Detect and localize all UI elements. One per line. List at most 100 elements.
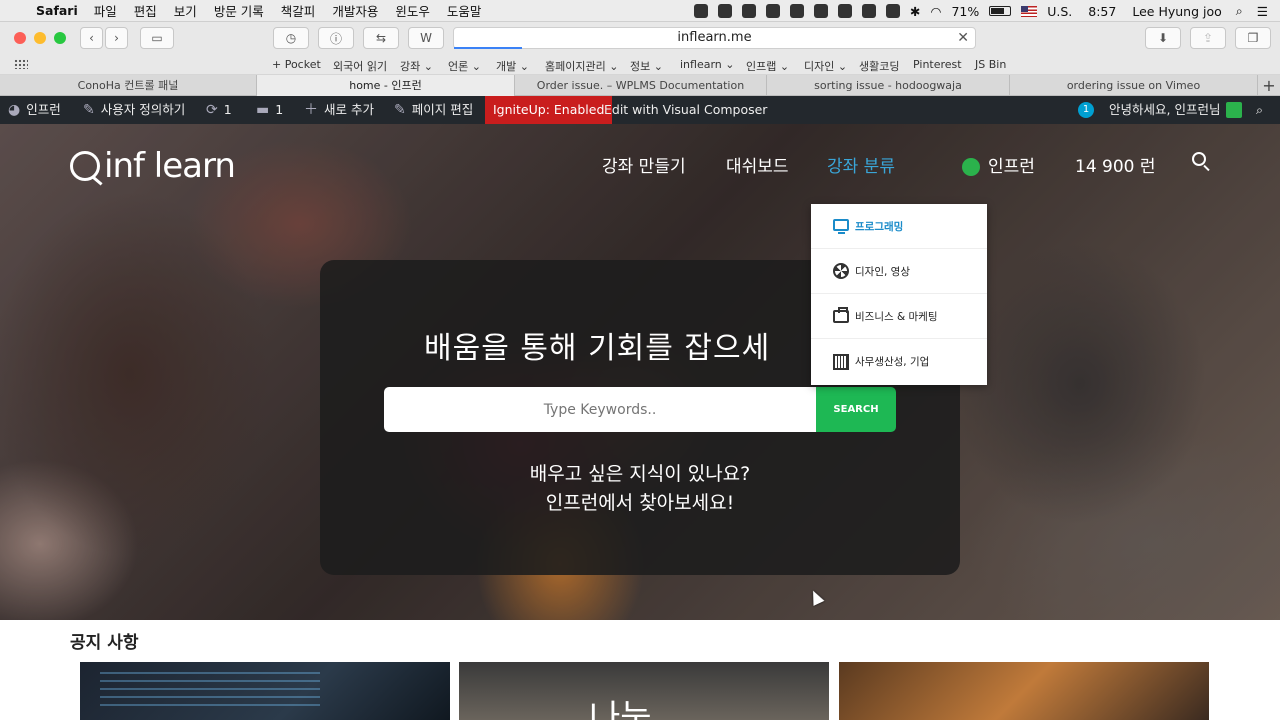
bookmark-item[interactable]: 외국어 읽기 [333, 58, 387, 74]
new-tab-button[interactable]: + [1258, 75, 1280, 96]
bookmark-item[interactable]: + Pocket [272, 58, 321, 71]
bookmark-item[interactable]: JS Bin [975, 58, 1006, 71]
forward-button[interactable]: › [105, 27, 128, 49]
history-button[interactable]: ◷ [273, 27, 309, 49]
battery-percent: 71% [951, 3, 980, 19]
wp-edit-page[interactable]: ✎ 페이지 편집 [394, 96, 473, 124]
loading-progress [454, 47, 522, 49]
search-icon[interactable] [1192, 152, 1206, 166]
wp-search[interactable]: ⌕ [1256, 96, 1263, 124]
user-avatar-icon [962, 158, 980, 176]
tab-conoha[interactable]: ConoHa 컨트롤 패널 [0, 75, 257, 96]
us-flag-icon[interactable] [1021, 5, 1038, 17]
search-button[interactable]: SEARCH [816, 387, 896, 432]
wp-comments[interactable]: ▬ 1 [256, 96, 283, 124]
notification-center-icon[interactable]: ☰ [1257, 4, 1268, 19]
apps-grid-icon[interactable] [14, 59, 28, 69]
camera-icon[interactable] [886, 4, 901, 18]
menu-help[interactable]: 도움말 [447, 1, 482, 20]
notice-card-workspace[interactable] [839, 662, 1209, 720]
bookmark-item[interactable]: 강좌 ⌄ [400, 58, 433, 74]
stop-loading-icon[interactable]: ✕ [957, 28, 969, 48]
nav-create-course[interactable]: 강좌 만들기 [602, 152, 686, 177]
bookmark-item[interactable]: 개발 ⌄ [496, 58, 529, 74]
site-logo[interactable]: inf learn [70, 146, 236, 186]
category-programming[interactable]: 프로그래밍 [811, 204, 987, 249]
wp-site-menu[interactable]: ◕ 인프런 [8, 96, 61, 124]
wp-new-content[interactable]: ＋ 새로 추가 [304, 96, 374, 124]
notice-card-sharing[interactable]: 나눔 [459, 662, 829, 720]
keyword-search-input[interactable] [384, 387, 816, 432]
tab-order-issue[interactable]: Order issue. – WPLMS Documentation [515, 75, 767, 96]
user-name[interactable]: Lee Hyung joo [1132, 4, 1221, 19]
wp-updates[interactable]: ⟳ 1 [206, 96, 232, 124]
bookmarks-bar: + Pocket 외국어 읽기 강좌 ⌄ 언론 ⌄ 개발 ⌄ 홈페이지관리 ⌄ … [0, 54, 1280, 75]
bookmark-item[interactable]: 홈페이지관리 ⌄ [545, 58, 618, 74]
close-window-button[interactable] [14, 32, 26, 44]
bookmark-item[interactable]: Pinterest [913, 58, 962, 71]
reader-label: W [420, 31, 432, 45]
tab-ordering-vimeo[interactable]: ordering issue on Vimeo [1010, 75, 1258, 96]
igniteup-status[interactable]: IgniteUp: Enabled [485, 96, 613, 124]
bookmark-item[interactable]: inflearn ⌄ [680, 58, 734, 71]
reader-button[interactable]: W [408, 27, 444, 49]
info-icon[interactable] [814, 4, 829, 18]
bookmark-item[interactable]: 인프랩 ⌄ [746, 58, 789, 74]
info-icon: ⓘ [329, 31, 342, 46]
bookmark-item[interactable]: 정보 ⌄ [630, 58, 663, 74]
nav-points[interactable]: 14 900 런 [1075, 152, 1156, 177]
clipboard-icon[interactable] [790, 4, 805, 18]
tab-home-inflearn[interactable]: home - 인프런 [257, 75, 515, 96]
nav-user-name: 인프런 [988, 157, 1035, 177]
bluetooth-icon[interactable]: ✱ [910, 4, 920, 19]
wp-customize[interactable]: ✎ 사용자 정의하기 [83, 96, 185, 124]
back-button[interactable]: ‹ [80, 27, 103, 49]
wifi-icon[interactable]: ◠ [931, 4, 942, 19]
bookmark-item[interactable]: 생활코딩 [859, 58, 899, 74]
clock-icon: ◷ [285, 31, 297, 45]
wp-notifications[interactable]: 1 [1078, 96, 1094, 124]
hero-subtext-2: 인프런에서 찾아보세요! [545, 492, 735, 514]
ublock-button[interactable]: ⓘ [318, 27, 354, 49]
evernote-icon[interactable] [766, 4, 781, 18]
block-icon[interactable] [838, 4, 853, 18]
dropbox-icon[interactable] [718, 4, 733, 18]
menu-file[interactable]: 파일 [94, 1, 117, 20]
chat-icon[interactable] [694, 4, 709, 18]
drive-icon[interactable] [742, 4, 757, 18]
category-office-productivity[interactable]: 사무생산성, 기업 [811, 339, 987, 384]
clock[interactable]: 8:57 [1088, 4, 1116, 19]
tabs-overview-button[interactable]: ❐ [1235, 27, 1271, 49]
zoom-window-button[interactable] [54, 32, 66, 44]
nav-dashboard[interactable]: 대쉬보드 [726, 152, 789, 177]
input-source[interactable]: U.S. [1047, 4, 1072, 19]
menu-edit[interactable]: 편집 [134, 1, 157, 20]
bookmark-item[interactable]: 언론 ⌄ [448, 58, 481, 74]
menu-develop[interactable]: 개발자용 [332, 1, 378, 20]
category-business-marketing[interactable]: 비즈니스 & 마케팅 [811, 294, 987, 339]
wp-comments-count: 1 [275, 102, 284, 117]
minimize-window-button[interactable] [34, 32, 46, 44]
app-menu[interactable]: Safari [36, 3, 78, 18]
share-button[interactable]: ⇪ [1190, 27, 1226, 49]
notice-card-code[interactable] [80, 662, 450, 720]
downloads-button[interactable]: ⬇ [1145, 27, 1181, 49]
spotlight-icon[interactable]: ⌕ [1236, 3, 1243, 19]
extension-button[interactable]: ⇆ [363, 27, 399, 49]
battery-icon[interactable] [989, 6, 1012, 16]
menu-bookmarks[interactable]: 책갈피 [281, 1, 316, 20]
menu-view[interactable]: 보기 [174, 1, 197, 20]
wp-account-menu[interactable]: 안녕하세요, 인프런님 [1109, 96, 1243, 124]
category-design-video[interactable]: 디자인, 영상 [811, 249, 987, 294]
address-bar[interactable]: inflearn.me ✕ [453, 27, 976, 49]
sidebar-button[interactable]: ▭ [140, 27, 174, 49]
nav-course-categories[interactable]: 강좌 분류 [827, 152, 895, 177]
menu-window[interactable]: 윈도우 [395, 1, 430, 20]
tab-sorting-issue[interactable]: sorting issue - hodoogwaja [767, 75, 1010, 96]
telegram-icon[interactable] [862, 4, 877, 18]
menu-history[interactable]: 방문 기록 [214, 1, 264, 20]
visual-composer-link[interactable]: Edit with Visual Composer [604, 96, 767, 124]
logo-text: inf learn [104, 146, 236, 186]
bookmark-item[interactable]: 디자인 ⌄ [804, 58, 847, 74]
nav-user-profile[interactable]: 인프런 [962, 152, 1035, 177]
